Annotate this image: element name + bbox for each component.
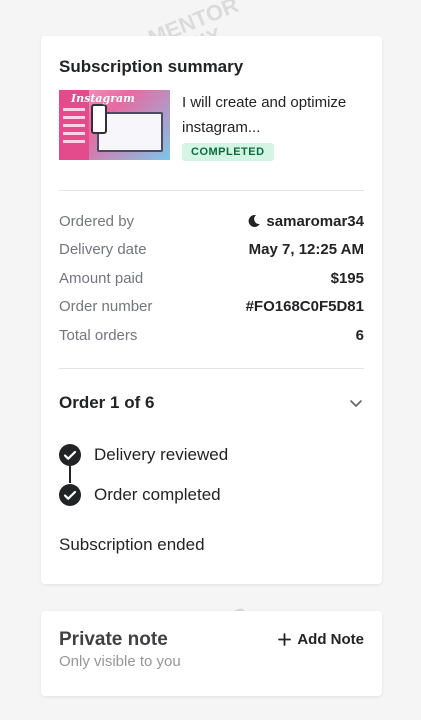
detail-value[interactable]: samaromar34 bbox=[247, 213, 364, 230]
detail-label: Amount paid bbox=[59, 269, 144, 287]
timeline-label: Delivery reviewed bbox=[94, 444, 229, 464]
note-title: Private note bbox=[59, 629, 168, 650]
status-badge: COMPLETED bbox=[182, 143, 274, 161]
detail-label: Total orders bbox=[59, 326, 138, 344]
detail-value: $195 bbox=[330, 269, 364, 287]
order-timeline: Delivery reviewed Order completed bbox=[59, 435, 364, 515]
gig-title[interactable]: I will create and optimize instagram... bbox=[182, 90, 364, 140]
order-details: Ordered by samaromar34 Delivery date May… bbox=[59, 191, 364, 368]
detail-row-ordered-by: Ordered by samaromar34 bbox=[59, 207, 364, 236]
detail-label: Delivery date bbox=[59, 241, 147, 259]
gig-row[interactable]: Instagram I will create and optimize ins… bbox=[59, 90, 364, 161]
detail-row-total-orders: Total orders 6 bbox=[59, 321, 364, 350]
detail-value: #FO168C0F5D81 bbox=[245, 298, 364, 316]
detail-label: Ordered by bbox=[59, 212, 135, 230]
detail-row-order-number: Order number #FO168C0F5D81 bbox=[59, 293, 364, 322]
add-note-label: Add Note bbox=[297, 631, 364, 648]
note-subtitle: Only visible to you bbox=[59, 653, 181, 670]
timeline-item: Order completed bbox=[59, 475, 364, 515]
thumbnail-text: Instagram bbox=[71, 92, 135, 105]
check-icon bbox=[59, 443, 81, 466]
check-icon bbox=[59, 483, 81, 506]
order-accordion-header[interactable]: Order 1 of 6 bbox=[59, 393, 364, 413]
divider bbox=[59, 367, 364, 369]
subscription-status: Subscription ended bbox=[59, 534, 205, 554]
timeline-label: Order completed bbox=[94, 484, 221, 504]
detail-label: Order number bbox=[59, 298, 153, 316]
private-note-card: Private note Add Note Only visible to yo… bbox=[41, 611, 382, 696]
chevron-down-icon[interactable] bbox=[348, 395, 364, 411]
moon-icon bbox=[249, 215, 261, 228]
username[interactable]: samaromar34 bbox=[266, 213, 364, 230]
timeline-item: Delivery reviewed bbox=[59, 435, 364, 475]
add-note-button[interactable]: Add Note bbox=[278, 631, 364, 648]
detail-value: May 7, 12:25 AM bbox=[248, 241, 364, 259]
gig-thumbnail[interactable]: Instagram bbox=[59, 90, 170, 160]
card-title: Subscription summary bbox=[59, 57, 244, 76]
detail-row-amount-paid: Amount paid $195 bbox=[59, 264, 364, 293]
order-title: Order 1 of 6 bbox=[59, 392, 155, 412]
detail-value: 6 bbox=[355, 326, 364, 344]
detail-row-delivery-date: Delivery date May 7, 12:25 AM bbox=[59, 236, 364, 265]
plus-icon bbox=[278, 633, 292, 646]
subscription-summary-card: Subscription summary Instagram I will cr… bbox=[41, 36, 382, 584]
